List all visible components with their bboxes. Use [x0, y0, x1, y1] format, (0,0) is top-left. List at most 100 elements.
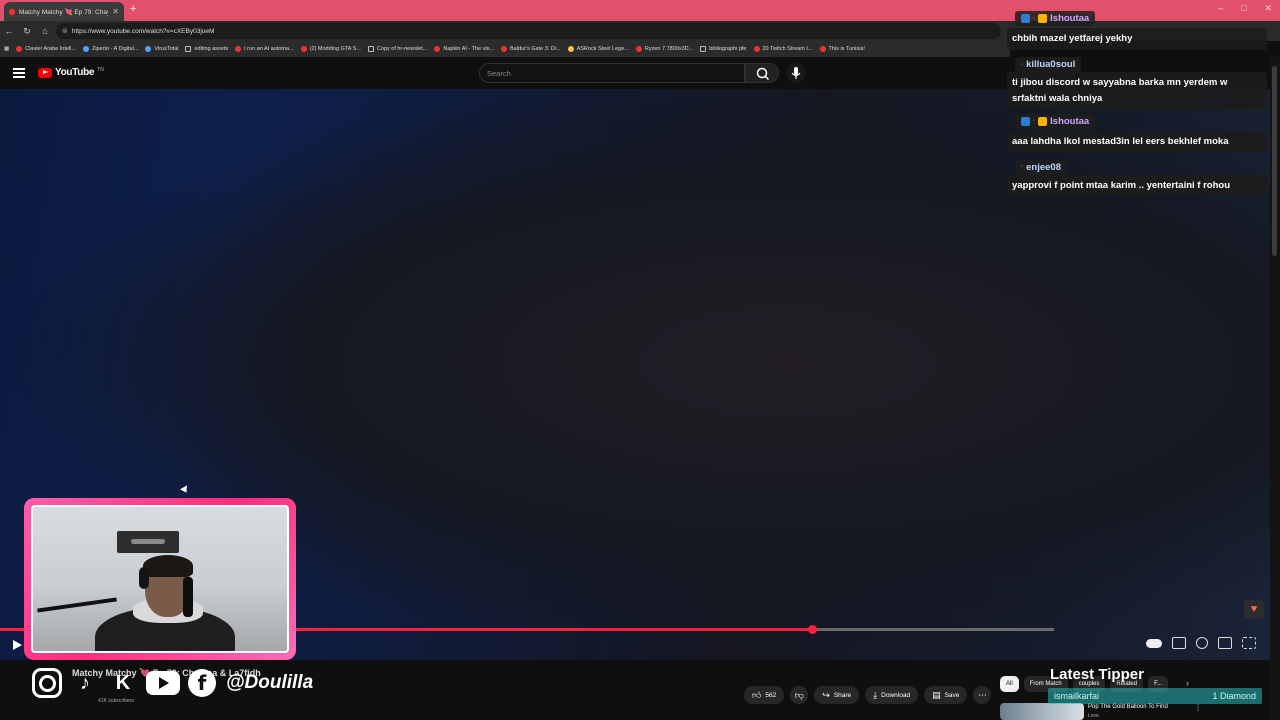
- new-tab-icon[interactable]: +: [130, 3, 136, 15]
- like-button[interactable]: 👍︎ 562: [744, 686, 785, 704]
- subscriber-badge-icon: ◦: [1021, 164, 1024, 171]
- bookmark-favicon-icon: [635, 46, 642, 52]
- screen: Matchy Matchy 💘 Ep 79: Chayma ✕ + – □ ✕ …: [0, 0, 1280, 720]
- fullscreen-icon[interactable]: [1242, 637, 1256, 649]
- subtitles-icon[interactable]: [1172, 637, 1186, 649]
- bookmark-item[interactable]: Ziperto - A Digital...: [82, 46, 138, 52]
- search-input[interactable]: Search: [479, 63, 745, 83]
- bookmark-label: (2) Modding GTA S...: [309, 46, 361, 52]
- filter-chip[interactable]: All: [1000, 676, 1019, 692]
- chat-message-text: aaa lahdha lkol mestad3in lel eers bekhl…: [1007, 130, 1267, 153]
- chat-message: ◦ Ishoutaa aaa lahdha lkol mestad3in lel e…: [1007, 113, 1267, 153]
- chat-username-tag: ◦ Ishoutaa: [1015, 11, 1096, 26]
- instagram-icon: [32, 668, 62, 698]
- chevron-right-icon[interactable]: ›: [1186, 678, 1189, 688]
- related-video-title[interactable]: Pop The Gold Balloon To Find: [1088, 704, 1168, 710]
- gift-badge-icon: [1038, 14, 1048, 23]
- bookmark-item[interactable]: Clavier Arabe Intell...: [16, 46, 76, 52]
- logo-text: YouTube: [55, 67, 95, 78]
- share-button[interactable]: ↪ Share: [814, 686, 860, 704]
- voice-search-button[interactable]: [786, 63, 806, 83]
- bookmark-item[interactable]: I run an AI automa...: [235, 46, 294, 52]
- url-text: https://www.youtube.com/watch?v=cXEBy03j…: [71, 27, 215, 35]
- youtube-play-logo-icon: [38, 67, 52, 78]
- bookmark-item[interactable]: Copy of hr-newslet...: [367, 46, 427, 52]
- menu-icon[interactable]: [13, 68, 25, 78]
- save-icon: ▤: [932, 689, 941, 700]
- chat-message-text: ti jibou discord w sayyabna barka mn yer…: [1007, 72, 1267, 110]
- chat-message-text: chbih mazel yetfarej yekhy: [1007, 28, 1267, 50]
- url-field[interactable]: ⊜ https://www.youtube.com/watch?v=cXEBy0…: [56, 23, 1001, 39]
- save-button[interactable]: ▤ Save: [924, 686, 968, 704]
- search-placeholder: Search: [487, 68, 511, 78]
- bookmark-item[interactable]: editing assets: [185, 46, 228, 52]
- gift-badge-icon: [1038, 116, 1048, 126]
- bookmark-item[interactable]: This is Tunisia!: [819, 46, 865, 52]
- bookmark-label: Clavier Arabe Intell...: [25, 46, 76, 52]
- subscriber-badge-icon: ◦: [1021, 61, 1024, 68]
- autoplay-toggle[interactable]: [1146, 638, 1162, 648]
- youtube-logo[interactable]: YouTube TN: [38, 67, 104, 78]
- bookmark-label: VirusTotal: [154, 46, 179, 52]
- back-icon[interactable]: ←: [0, 26, 18, 36]
- theater-mode-icon[interactable]: [1218, 637, 1232, 649]
- bookmark-favicon-icon: [501, 46, 508, 52]
- bookmark-item[interactable]: VirusTotal: [145, 46, 178, 52]
- apps-icon[interactable]: ▦: [4, 46, 9, 52]
- verified-badge-icon: [1021, 14, 1030, 23]
- bookmark-favicon-icon: [434, 46, 441, 52]
- bookmark-label: Baldur's Gate 3: Di...: [510, 46, 561, 52]
- bookmark-item[interactable]: Napkin AI - The vis...: [434, 46, 494, 52]
- browser-tab[interactable]: Matchy Matchy 💘 Ep 79: Chayma ✕: [4, 2, 124, 21]
- subscriber-count: 41K subscribers: [98, 698, 134, 704]
- chat-username-tag: ◦ enjee08: [1015, 159, 1068, 175]
- bookmark-item[interactable]: ASRock Steel Lege...: [567, 46, 629, 52]
- save-label: Save: [944, 691, 960, 699]
- bookmark-label: Ryzen 7 7800x3D...: [644, 46, 694, 52]
- settings-gear-icon[interactable]: [1196, 637, 1208, 649]
- site-info-icon[interactable]: ⊜: [62, 27, 68, 35]
- bookmark-item[interactable]: (2) Modding GTA S...: [300, 46, 361, 52]
- tipper-name: ismailkarfai: [1054, 691, 1100, 701]
- social-handle: @Doulilla: [226, 672, 314, 693]
- bookmark-favicon-icon: [753, 46, 760, 52]
- chat-message: ◦ killua0soul ti jibou discord w sayyabna …: [1007, 53, 1267, 110]
- youtube-icon: [146, 671, 180, 695]
- kick-icon: K: [115, 671, 131, 694]
- reload-icon[interactable]: ↻: [18, 26, 36, 37]
- subscriber-badge-icon: ◦: [1033, 15, 1036, 22]
- bookmark-favicon-icon: [300, 46, 307, 52]
- bookmark-label: ASRock Steel Lege...: [576, 46, 629, 52]
- bookmarks-bar: ▦ Clavier Arabe Intell... Ziperto - A Digi…: [0, 41, 1010, 57]
- bookmark-label: 20 Twitch Stream I...: [762, 46, 813, 52]
- download-icon: ⤓: [873, 689, 878, 700]
- dislike-button[interactable]: 👎︎: [790, 686, 809, 704]
- related-more-icon[interactable]: ⋮: [1194, 703, 1202, 712]
- bookmark-label: This is Tunisia!: [828, 46, 865, 52]
- home-icon[interactable]: ⌂: [36, 26, 54, 36]
- play-icon[interactable]: [13, 640, 22, 650]
- download-button[interactable]: ⤓ Download: [865, 686, 919, 704]
- bookmark-favicon-icon: [567, 46, 574, 52]
- more-actions-button[interactable]: ⋯: [973, 686, 992, 704]
- close-tab-icon[interactable]: ✕: [112, 7, 119, 16]
- bookmark-item[interactable]: Baldur's Gate 3: Di...: [501, 46, 561, 52]
- progress-scrubber[interactable]: [807, 625, 817, 634]
- related-video-thumbnail[interactable]: [1000, 703, 1084, 720]
- verified-badge-icon: [1021, 116, 1030, 126]
- tab-title: Matchy Matchy 💘 Ep 79: Chayma: [19, 8, 108, 16]
- bookmark-item[interactable]: 20 Twitch Stream I...: [753, 46, 813, 52]
- scrollbar-thumb[interactable]: [1272, 66, 1277, 256]
- bookmark-favicon-icon: [235, 46, 242, 52]
- bookmark-favicon-icon: [819, 46, 826, 52]
- chat-username: enjee08: [1026, 161, 1062, 173]
- bookmark-item[interactable]: Ryzen 7 7800x3D...: [635, 46, 694, 52]
- video-actions: 👍︎ 562 👎︎ ↪ Share ⤓ Download ▤ Save ⋯: [744, 686, 992, 704]
- bookmark-item[interactable]: bibliographi pfe: [700, 46, 747, 52]
- bookmark-label: Napkin AI - The vis...: [443, 46, 495, 52]
- social-links: ♪ K f @Doulilla: [32, 668, 313, 698]
- folder-icon: [185, 46, 192, 52]
- folder-icon: [700, 46, 707, 52]
- search-button[interactable]: [745, 63, 779, 83]
- subscriber-badge-icon: ◦: [1033, 118, 1036, 125]
